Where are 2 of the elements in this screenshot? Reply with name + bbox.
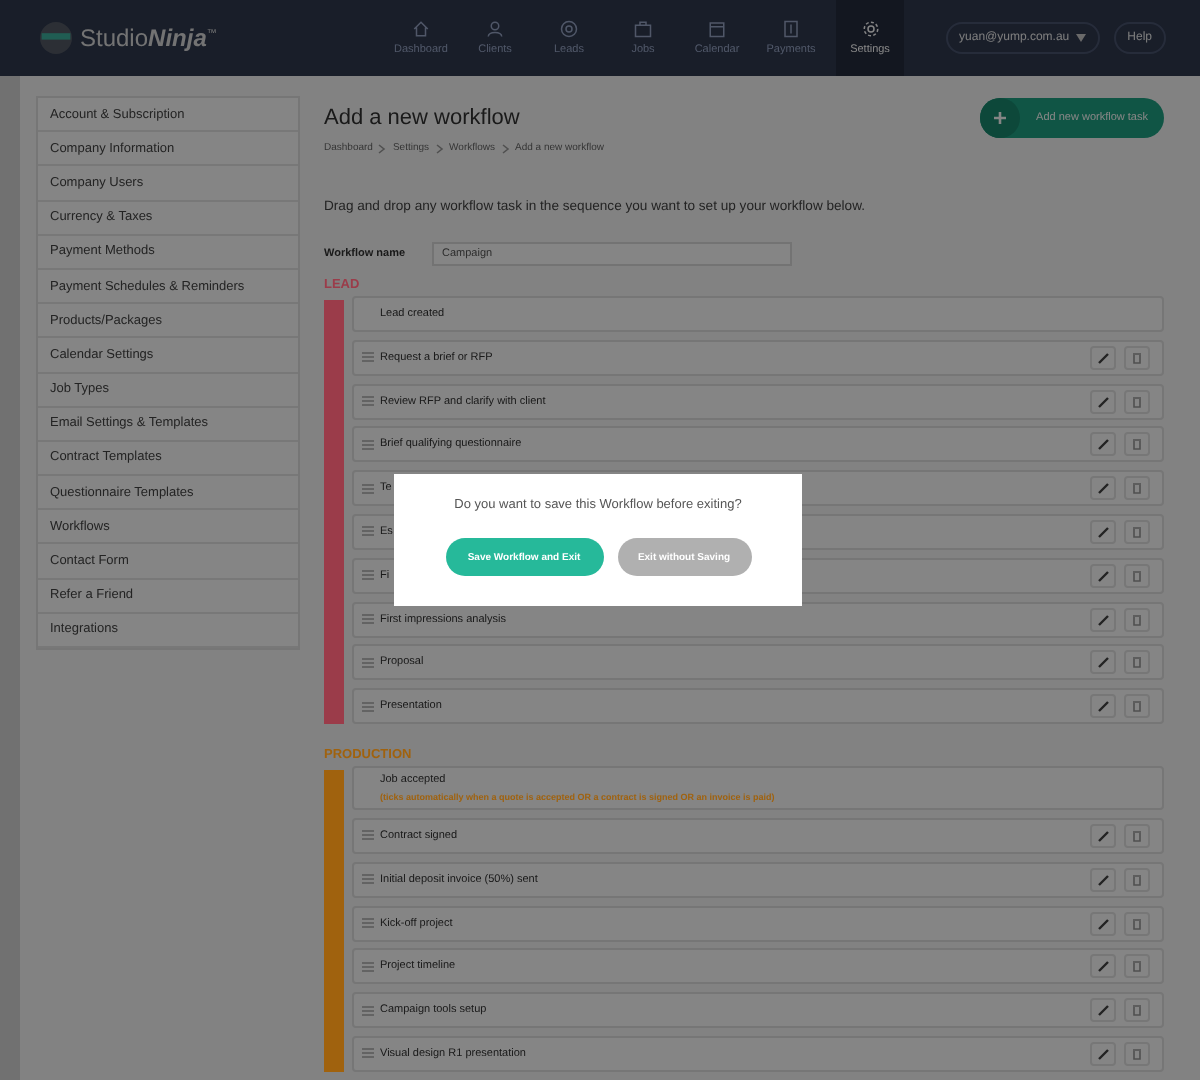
page-title: Add a new workflow	[324, 106, 522, 130]
logo-wordmark: StudioNinja$^{™}$	[80, 24, 217, 52]
